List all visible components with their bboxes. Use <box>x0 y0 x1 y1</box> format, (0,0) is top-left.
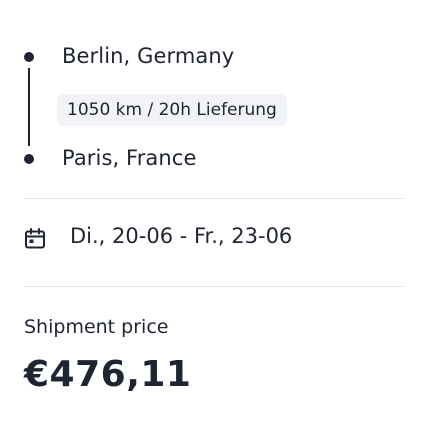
origin-dot-icon <box>24 52 34 62</box>
delivery-dates-row: Di., 20-06 - Fr., 23-06 <box>24 222 404 262</box>
route-section: Berlin, Germany 1050 km / 20h Lieferung … <box>24 38 404 178</box>
destination-dot-icon <box>24 154 34 164</box>
route-line <box>28 68 30 146</box>
price-label: Shipment price <box>24 316 169 338</box>
shipment-card: Berlin, Germany 1050 km / 20h Lieferung … <box>0 0 440 440</box>
destination-city: Paris, France <box>62 146 197 170</box>
price-value: €476,11 <box>24 354 192 395</box>
origin-city: Berlin, Germany <box>62 44 235 68</box>
distance-duration-badge: 1050 km / 20h Lieferung <box>57 94 287 126</box>
calendar-icon <box>25 228 45 249</box>
divider <box>24 286 404 287</box>
delivery-dates: Di., 20-06 - Fr., 23-06 <box>70 224 293 248</box>
divider <box>24 198 404 199</box>
